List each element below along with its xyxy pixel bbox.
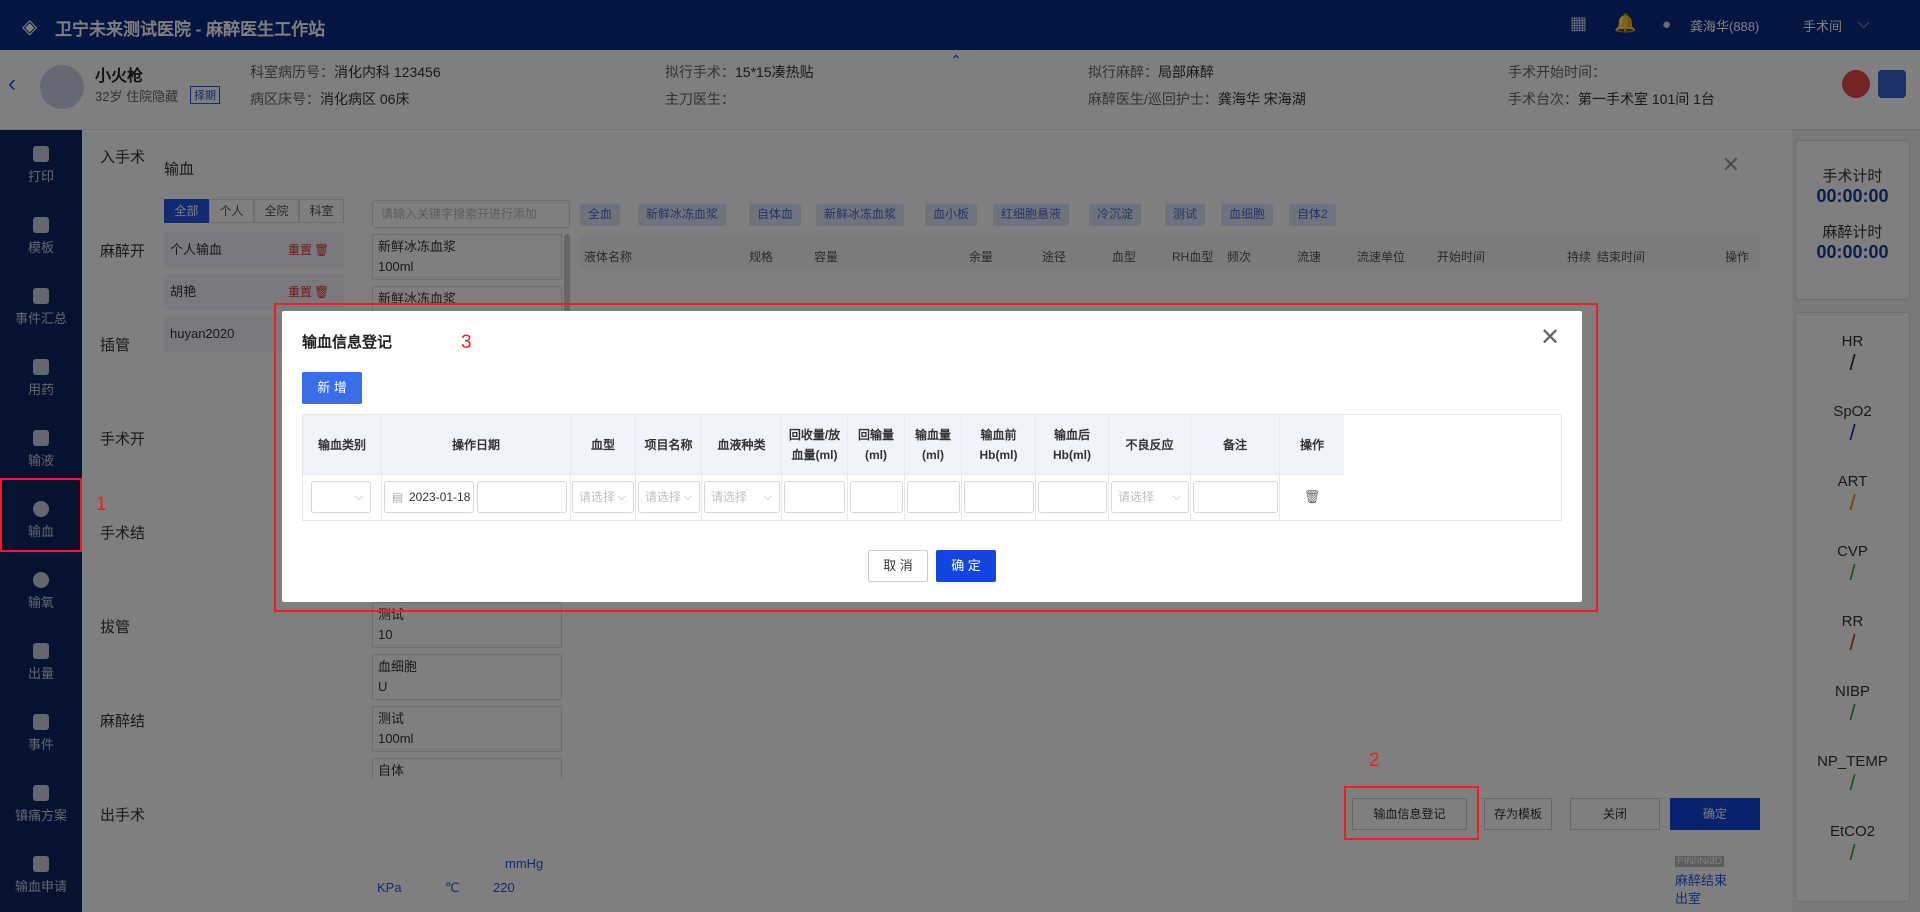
annotation-label: 1 xyxy=(96,494,107,515)
annotation-label: 2 xyxy=(1369,750,1380,771)
annotation-box-3 xyxy=(274,303,1598,612)
annotation-box-2 xyxy=(1344,786,1479,840)
annotation-label: 3 xyxy=(461,332,472,353)
annotation-box-1 xyxy=(0,478,82,552)
